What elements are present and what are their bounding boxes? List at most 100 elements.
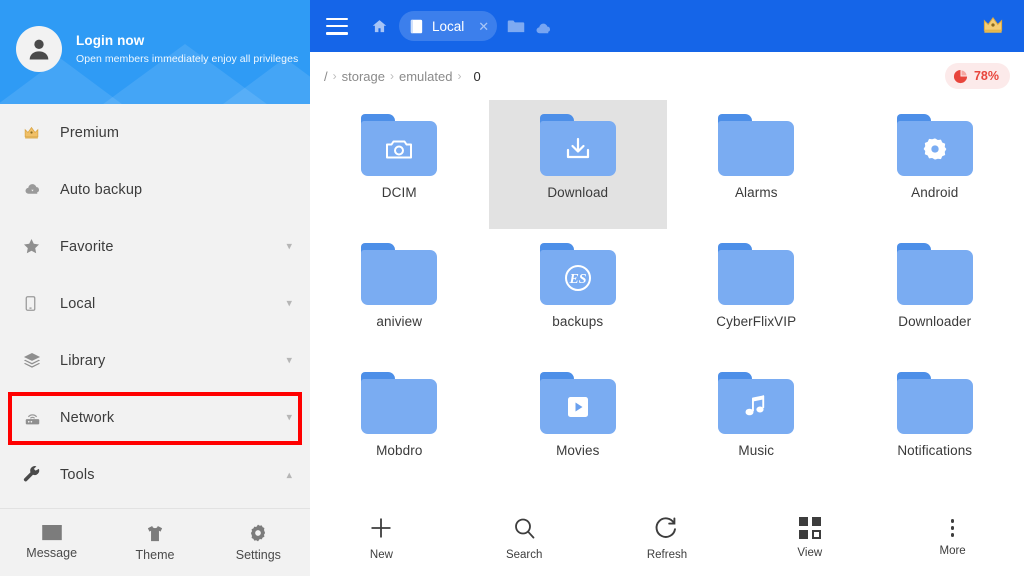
music-note-icon xyxy=(718,379,794,434)
grid-item-android[interactable]: Android xyxy=(846,100,1024,229)
bottom-toolbar: New Search Refresh View More xyxy=(310,500,1024,576)
toolbar-search[interactable]: Search xyxy=(453,516,596,561)
chevron-up-icon[interactable]: ▾ xyxy=(286,469,292,481)
star-icon xyxy=(22,237,52,256)
sidebar-item-tools[interactable]: Tools ▾ xyxy=(0,446,310,503)
login-subtitle: Open members immediately enjoy all privi… xyxy=(76,53,299,65)
toolbar-view[interactable]: View xyxy=(738,517,881,559)
grid-item-downloader[interactable]: Downloader xyxy=(846,229,1024,358)
sidebar-item-auto-backup[interactable]: Auto backup xyxy=(0,161,310,218)
grid-item-notifications[interactable]: Notifications xyxy=(846,358,1024,487)
account-text: Login now Open members immediately enjoy… xyxy=(76,32,298,67)
sidebar-nav: Premium Auto backup Favorite ▾ Local ▾ L… xyxy=(0,104,310,503)
toolbar-label: New xyxy=(369,549,393,561)
more-vertical-icon xyxy=(950,519,955,537)
folder-name: Downloader xyxy=(898,314,972,329)
folder-icon xyxy=(361,114,438,176)
account-header[interactable]: Login now Open members immediately enjoy… xyxy=(0,0,310,104)
grid-view-icon xyxy=(798,517,821,539)
folder-icon xyxy=(896,372,973,434)
sidebar-item-label: Favorite xyxy=(60,238,114,255)
breadcrumb-item[interactable]: emulated xyxy=(399,69,452,84)
grid-item-aniview[interactable]: aniview xyxy=(310,229,489,358)
storage-badge[interactable]: 78% xyxy=(944,63,1010,89)
breadcrumb: / › storage › emulated › 0 78% xyxy=(310,52,1024,100)
chevron-down-icon[interactable]: ▾ xyxy=(286,355,292,366)
folder-icon xyxy=(718,114,795,176)
main-panel: Local ✕ / › storage › emulated › 0 78% D… xyxy=(310,0,1024,576)
grid-item-music[interactable]: Music xyxy=(667,358,846,487)
chevron-down-icon[interactable]: ▾ xyxy=(286,298,292,309)
toolbar-refresh[interactable]: Refresh xyxy=(596,516,739,561)
sidebar-item-favorite[interactable]: Favorite ▾ xyxy=(0,218,310,275)
grid-item-movies[interactable]: Movies xyxy=(489,358,668,487)
breadcrumb-root[interactable]: / xyxy=(324,69,328,84)
avatar[interactable] xyxy=(16,26,62,72)
sidebar-footer: Message Theme Settings xyxy=(0,508,310,576)
svg-text:ES: ES xyxy=(568,272,586,287)
home-icon[interactable] xyxy=(370,18,389,35)
grid-item-alarms[interactable]: Alarms xyxy=(667,100,846,229)
grid-item-cyberflixvip[interactable]: CyberFlixVIP xyxy=(667,229,846,358)
folder-icon xyxy=(361,243,438,305)
sidebar-item-local[interactable]: Local ▾ xyxy=(0,275,310,332)
sidebar-item-label: Auto backup xyxy=(60,181,143,198)
folder-name: Notifications xyxy=(897,443,973,458)
sidebar-footer-settings[interactable]: Settings xyxy=(207,509,310,576)
folder-name: Download xyxy=(547,185,609,200)
cloud-sync-icon xyxy=(22,181,52,199)
search-icon xyxy=(514,518,535,539)
tshirt-icon xyxy=(147,525,163,541)
download-icon xyxy=(540,121,616,176)
breadcrumb-separator: › xyxy=(390,69,394,83)
gear-icon xyxy=(251,524,266,542)
es-logo-icon: ES xyxy=(540,250,616,305)
layers-icon xyxy=(22,351,52,370)
sidebar-item-premium[interactable]: Premium xyxy=(0,104,310,161)
sidebar-footer-message[interactable]: Message xyxy=(0,509,103,576)
tab-local[interactable]: Local ✕ xyxy=(399,11,498,41)
folder-icon xyxy=(361,372,438,434)
folder-name: aniview xyxy=(376,314,423,329)
folder-name: Mobdro xyxy=(376,443,423,458)
person-icon xyxy=(29,39,49,60)
crown-icon xyxy=(22,124,52,141)
folder-icon xyxy=(539,372,616,434)
grid-item-backups[interactable]: ES backups xyxy=(489,229,668,358)
grid-item-dcim[interactable]: DCIM xyxy=(310,100,489,229)
envelope-icon xyxy=(41,525,62,541)
premium-crown-icon[interactable] xyxy=(980,13,1006,41)
folder-icon xyxy=(718,243,795,305)
pie-chart-icon xyxy=(953,69,968,83)
breadcrumb-separator: › xyxy=(332,69,337,83)
toolbar-new[interactable]: New xyxy=(310,515,453,561)
toolbar-more[interactable]: More xyxy=(881,519,1024,557)
sidebar-item-label: Tools xyxy=(60,466,95,483)
chevron-down-icon[interactable]: ▾ xyxy=(286,412,292,423)
title-bar: Local ✕ xyxy=(310,0,1024,52)
close-icon[interactable]: ✕ xyxy=(478,20,489,33)
grid-item-download[interactable]: Download xyxy=(488,100,667,229)
breadcrumb-current[interactable]: 0 xyxy=(473,69,480,84)
android-gear-icon xyxy=(897,121,973,176)
breadcrumb-item[interactable]: storage xyxy=(342,69,385,84)
folder-icon[interactable] xyxy=(507,19,525,34)
sidebar-item-library[interactable]: Library ▾ xyxy=(0,332,310,389)
folder-name: Music xyxy=(738,443,775,458)
video-icon xyxy=(540,379,616,434)
hamburger-icon[interactable] xyxy=(326,17,348,35)
breadcrumb-separator: › xyxy=(457,69,462,83)
toolbar-label: View xyxy=(797,547,823,559)
camera-icon xyxy=(361,121,437,176)
sidebar-item-label: Premium xyxy=(60,124,120,141)
file-manager-window: Login now Open members immediately enjoy… xyxy=(0,0,1024,576)
folder-name: backups xyxy=(552,314,604,329)
sidebar-footer-theme[interactable]: Theme xyxy=(103,509,206,576)
toolbar-label: Refresh xyxy=(646,548,688,561)
cloud-icon[interactable] xyxy=(534,19,552,34)
grid-item-mobdro[interactable]: Mobdro xyxy=(310,358,489,487)
sidebar-item-network[interactable]: Network ▾ xyxy=(0,389,310,446)
folder-icon xyxy=(718,372,795,434)
folder-name: Android xyxy=(911,185,959,200)
chevron-down-icon[interactable]: ▾ xyxy=(286,241,292,252)
